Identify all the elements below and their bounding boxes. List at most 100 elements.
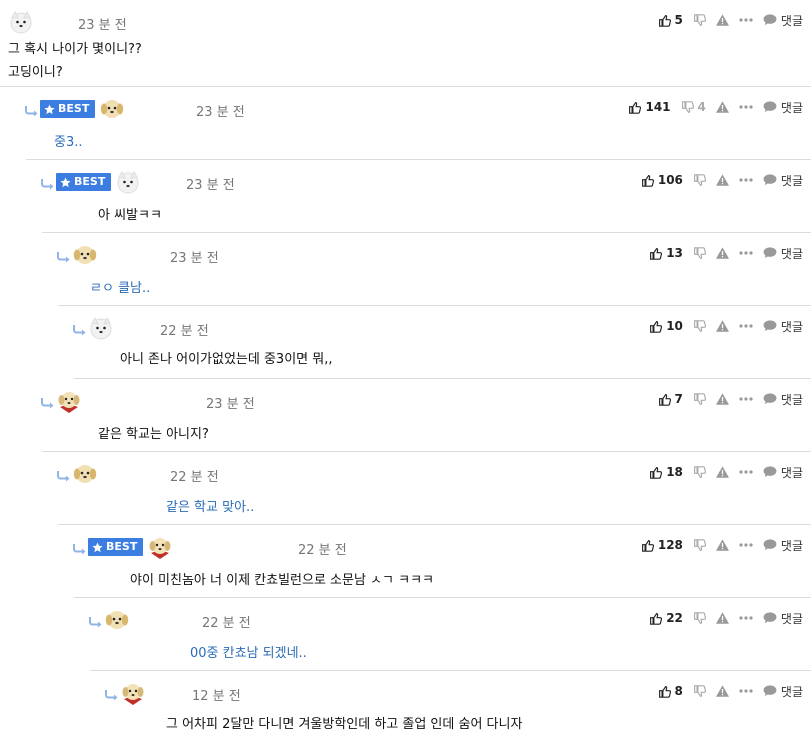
reply-arrow-icon xyxy=(40,394,56,409)
white-dog-avatar[interactable] xyxy=(115,169,141,195)
comment-time: 23 분 전 xyxy=(186,178,235,193)
reply-button[interactable]: 댓글 xyxy=(763,537,803,554)
like-button[interactable]: 22 xyxy=(649,611,683,625)
more-options-icon[interactable] xyxy=(739,689,753,693)
like-count: 7 xyxy=(674,392,683,406)
comment-text: 아 씨발ㅋㅋ xyxy=(98,208,162,223)
reply-button[interactable]: 댓글 xyxy=(763,464,803,481)
comment-text: 그 혹시 나이가 몇이니?? xyxy=(8,42,142,57)
dislike-button[interactable] xyxy=(693,13,706,27)
comment-text: 같은 학교 맞아.. xyxy=(166,500,255,515)
more-options-icon[interactable] xyxy=(739,397,753,401)
reply-button-label: 댓글 xyxy=(780,246,803,261)
reply-arrow-icon xyxy=(24,102,40,117)
comment-text: 고딩이니? xyxy=(8,65,63,80)
reply-button[interactable]: 댓글 xyxy=(763,610,803,627)
report-warning-icon[interactable] xyxy=(715,466,729,478)
report-warning-icon[interactable] xyxy=(715,320,729,332)
like-count: 18 xyxy=(666,465,683,479)
comment-text: 그 어차피 2달만 다니면 겨울방학인데 하고 졸업 인데 숨어 다니자 xyxy=(166,717,523,732)
like-button[interactable]: 5 xyxy=(658,13,683,27)
best-badge: BEST xyxy=(40,100,96,118)
more-options-icon[interactable] xyxy=(739,178,753,182)
comment-item: 23 분 전 같은 학교는 아니지? 7 댓글 xyxy=(0,379,811,452)
thumbs-up-icon xyxy=(658,393,671,406)
like-button[interactable]: 18 xyxy=(649,465,683,479)
comment-actions: 128 댓글 xyxy=(631,536,803,554)
like-button[interactable]: 7 xyxy=(658,392,683,406)
report-warning-icon[interactable] xyxy=(715,174,729,186)
reply-button[interactable]: 댓글 xyxy=(763,318,803,335)
more-options-icon[interactable] xyxy=(739,616,753,620)
thumbs-up-icon xyxy=(649,320,663,333)
yellow-dog-avatar[interactable] xyxy=(72,242,98,268)
dislike-button[interactable] xyxy=(693,538,706,552)
like-button[interactable]: 13 xyxy=(649,246,683,260)
dislike-button[interactable]: 4 xyxy=(681,100,706,114)
comment-actions: 8 댓글 xyxy=(648,682,803,700)
thumbs-down-icon xyxy=(693,465,706,479)
like-count: 13 xyxy=(666,246,683,260)
like-button[interactable]: 141 xyxy=(628,100,671,114)
report-warning-icon[interactable] xyxy=(715,101,729,113)
more-options-icon[interactable] xyxy=(739,105,753,109)
comment-item: 23 분 전 ㄹㅇ 클남.. 13 댓글 xyxy=(0,233,811,306)
more-options-icon[interactable] xyxy=(739,18,753,22)
report-warning-icon[interactable] xyxy=(715,685,729,697)
white-dog-avatar[interactable] xyxy=(8,9,34,35)
thumbs-down-icon xyxy=(693,611,706,625)
speech-bubble-icon xyxy=(763,539,777,551)
comment-actions: 18 댓글 xyxy=(639,463,803,481)
dislike-button[interactable] xyxy=(693,684,706,698)
more-options-icon[interactable] xyxy=(739,470,753,474)
yellow-dog-avatar[interactable] xyxy=(104,607,130,633)
report-warning-icon[interactable] xyxy=(715,612,729,624)
dislike-button[interactable] xyxy=(693,246,706,260)
reply-arrow-icon xyxy=(72,321,88,336)
reply-button-label: 댓글 xyxy=(780,173,803,188)
comment-time: 22 분 전 xyxy=(160,324,209,339)
reply-button-label: 댓글 xyxy=(780,538,803,553)
reply-button[interactable]: 댓글 xyxy=(763,683,803,700)
more-options-icon[interactable] xyxy=(739,251,753,255)
more-options-icon[interactable] xyxy=(739,324,753,328)
comment-time: 12 분 전 xyxy=(192,689,241,704)
white-dog-avatar[interactable] xyxy=(88,315,114,341)
comment-actions: 106 댓글 xyxy=(631,171,803,189)
dislike-button[interactable] xyxy=(693,465,706,479)
report-warning-icon[interactable] xyxy=(715,247,729,259)
comment-item: BEST 23 분 전 중3.. 141 4 댓글 xyxy=(0,87,811,160)
dislike-button[interactable] xyxy=(693,392,706,406)
dislike-button[interactable] xyxy=(693,611,706,625)
comment-time: 22 분 전 xyxy=(202,616,251,631)
like-button[interactable]: 8 xyxy=(658,684,683,698)
red-dog-avatar[interactable] xyxy=(56,388,82,414)
like-count: 10 xyxy=(666,319,683,333)
reply-button[interactable]: 댓글 xyxy=(763,12,803,29)
like-button[interactable]: 128 xyxy=(641,538,683,552)
yellow-dog-avatar[interactable] xyxy=(72,461,98,487)
speech-bubble-icon xyxy=(763,14,777,26)
red-dog-avatar[interactable] xyxy=(147,534,173,560)
red-dog-avatar[interactable] xyxy=(120,680,146,706)
reply-arrow-icon xyxy=(72,540,88,555)
report-warning-icon[interactable] xyxy=(715,14,729,26)
thumbs-up-icon xyxy=(641,539,654,552)
like-button[interactable]: 10 xyxy=(649,319,683,333)
more-options-icon[interactable] xyxy=(739,543,753,547)
like-count: 141 xyxy=(645,100,671,114)
yellow-dog-avatar[interactable] xyxy=(99,96,125,122)
report-warning-icon[interactable] xyxy=(715,393,729,405)
dislike-button[interactable] xyxy=(693,319,706,333)
comment-item: BEST 23 분 전아 씨발ㅋㅋ 106 댓글 xyxy=(0,160,811,233)
dislike-button[interactable] xyxy=(693,173,706,187)
reply-button[interactable]: 댓글 xyxy=(763,99,803,116)
reply-button[interactable]: 댓글 xyxy=(763,245,803,262)
report-warning-icon[interactable] xyxy=(715,539,729,551)
like-button[interactable]: 106 xyxy=(641,173,683,187)
reply-button[interactable]: 댓글 xyxy=(763,172,803,189)
comment-actions: 22 댓글 xyxy=(639,609,803,627)
dislike-count: 4 xyxy=(697,100,706,114)
reply-arrow-icon xyxy=(56,248,72,263)
reply-button[interactable]: 댓글 xyxy=(763,391,803,408)
